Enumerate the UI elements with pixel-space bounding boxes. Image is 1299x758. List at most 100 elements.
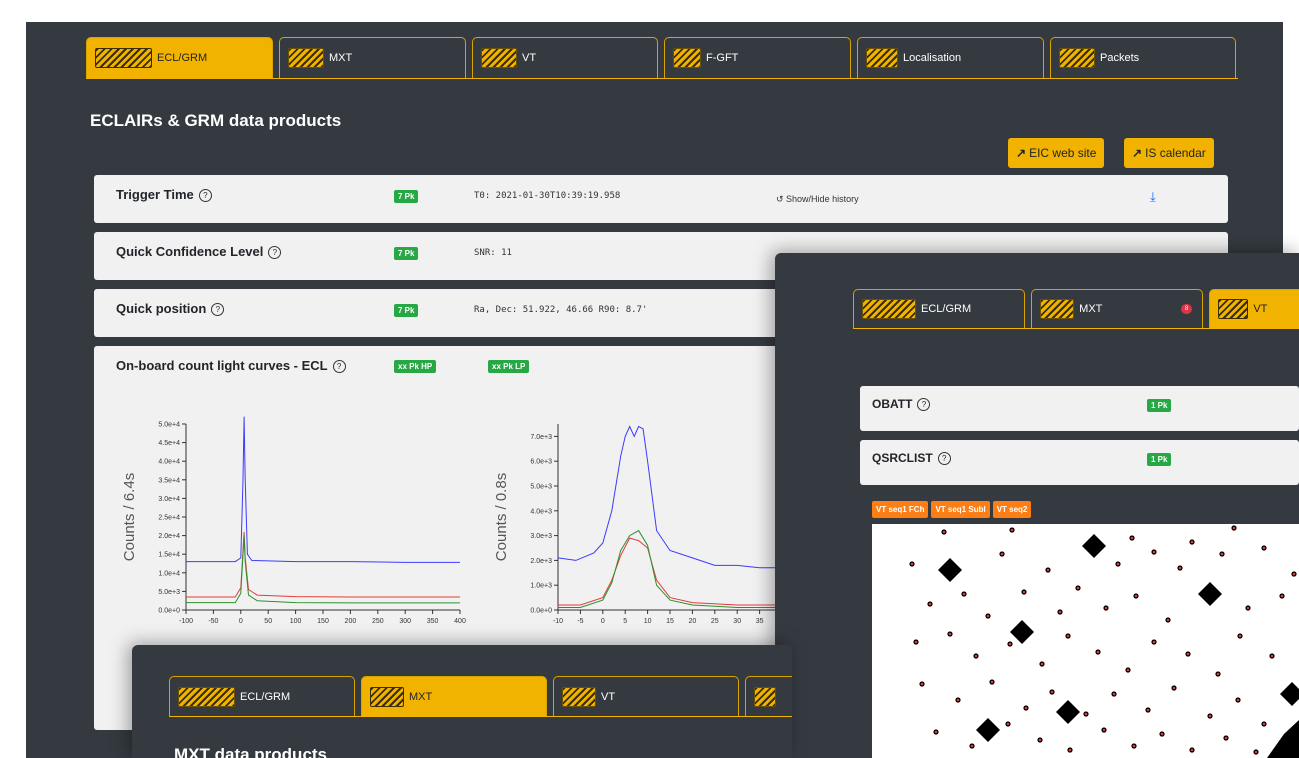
source-marker [1232,526,1236,530]
vt-panel-tabs: ECL/GRM MXT 8 VT [853,289,1299,329]
tab-vt[interactable]: VT [472,37,658,78]
ecl-light-curve-6s-chart: -100 -50 0 50 100 150 200 250 300 350 400 0.0e+0 5.0… [121,416,466,625]
source-marker [920,682,924,686]
tab-ecl-grm[interactable]: ECL/GRM [853,289,1026,328]
source-marker [1190,540,1194,544]
x-tick-label: 100 [290,618,302,625]
vt-seq1-fch-button[interactable]: VT seq1 FCh [872,501,929,518]
quick-confidence-label: Quick Confidence Level [116,244,264,259]
y-tick-label: 3.0e+4 [158,496,180,503]
source-marker [1262,546,1266,550]
tab-ecl-grm[interactable]: ECL/GRM [169,676,355,716]
is-calendar-link[interactable]: ↗ IS calendar [1124,138,1214,168]
tab-fgft[interactable] [745,676,792,716]
obatt-label: OBATT [872,397,913,411]
mxt-icon [370,686,404,707]
x-tick-label: 25 [711,618,719,625]
x-tick-label: 5 [623,618,627,625]
vt-seq1-subl-button[interactable]: VT seq1 Subl [931,501,990,518]
source-marker [990,680,994,684]
source-marker [914,640,918,644]
tab-mxt[interactable]: MXT [279,37,466,78]
bright-star-core [942,562,958,578]
help-icon[interactable]: ? [268,246,282,259]
source-marker [1022,590,1026,594]
source-marker [1076,586,1080,590]
source-marker [1126,668,1130,672]
x-tick-label: 200 [345,618,357,625]
y-tick-label: 1.0e+4 [158,570,180,577]
x-tick-label: 0 [239,618,243,625]
tab-fgft[interactable]: F-GFT [664,37,851,78]
vt-seq2-button[interactable]: VT seq2 [992,501,1032,518]
source-marker [1096,650,1100,654]
packet-badge: 1 Pk [1147,453,1172,466]
source-marker [1224,736,1228,740]
source-marker [928,602,932,606]
source-marker [1116,562,1120,566]
source-marker [1066,634,1070,638]
y-tick-label: 5.0e+3 [158,589,180,596]
eic-website-link[interactable]: ↗ EIC web site [1008,138,1105,168]
trigger-time-value: T0: 2021-01-30T10:39:19.958 [474,191,621,201]
y-tick-label: 1.5e+4 [158,552,180,559]
show-hide-history-link[interactable]: ↺ Show/Hide history [776,194,859,205]
x-tick-label: 150 [317,618,329,625]
y-tick-label: 1.0e+3 [530,583,552,590]
tab-vt[interactable]: VT [553,676,739,716]
y-tick-label: 5.0e+4 [158,422,180,429]
vt-image-viewer[interactable] [872,524,1299,758]
tab-mxt[interactable]: MXT [361,676,547,716]
bright-star-core [980,722,996,738]
source-marker [956,698,960,702]
x-tick-label: 15 [666,618,674,625]
source-marker [1152,550,1156,554]
help-icon[interactable]: ? [917,398,931,411]
source-marker [1208,714,1212,718]
tab-mxt[interactable]: MXT 8 [1031,289,1204,328]
y-axis-label: Counts / 0.8s [493,473,510,561]
obatt-card: OBATT? 1 Pk [860,386,1299,431]
mxt-page-title: MXT data products [174,745,328,758]
source-marker [910,562,914,566]
bright-star-core [1014,624,1030,640]
localisation-icon [866,48,898,68]
tab-ecl-grm[interactable]: ECL/GRM [86,37,273,78]
bright-star-core [1086,538,1102,554]
x-tick-label: 10 [644,618,652,625]
tab-packets[interactable]: Packets [1050,37,1236,78]
help-icon[interactable]: ? [332,360,346,373]
mxt-panel-tabs: ECL/GRM MXT VT [169,676,792,717]
mxt-notification-badge: 8 [1180,304,1193,314]
mxt-icon [1040,299,1075,319]
source-marker [934,730,938,734]
vt-icon [562,686,596,707]
x-tick-label: 0 [601,618,605,625]
help-icon[interactable]: ? [198,189,212,202]
help-icon[interactable]: ? [937,452,951,465]
source-marker [970,744,974,748]
x-tick-label: 350 [427,618,439,625]
packet-badge-lp: xx Pk LP [488,360,530,373]
source-marker [1280,594,1284,598]
source-marker [1160,732,1164,736]
tab-localisation[interactable]: Localisation [857,37,1044,78]
tab-vt[interactable]: VT [1209,289,1299,328]
source-marker [1172,686,1176,690]
download-icon[interactable]: ⤓ [1150,189,1156,205]
packet-badge: 1 Pk [1147,399,1172,412]
y-tick-label: 4.5e+4 [158,440,180,447]
packet-badge: 7 Pk [394,304,419,317]
source-marker [1046,568,1050,572]
packets-icon [1059,48,1095,68]
y-tick-label: 2.0e+3 [530,558,552,565]
y-tick-label: 6.0e+3 [530,459,552,466]
source-marker [1084,712,1088,716]
source-marker [1040,662,1044,666]
y-tick-label: 0.0e+0 [158,608,180,615]
help-icon[interactable]: ? [211,303,225,316]
vt-icon [481,48,517,68]
x-tick-label: 400 [454,618,466,625]
mxt-panel: ECL/GRM MXT VT MXT data products [132,645,792,758]
source-marker [1000,552,1004,556]
